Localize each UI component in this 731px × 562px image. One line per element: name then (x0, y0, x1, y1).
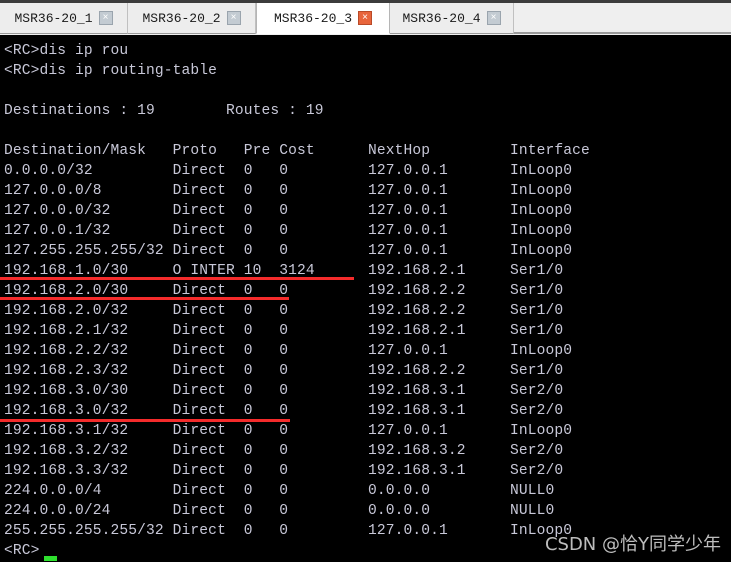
command-line-0: <RC>dis ip rou (4, 43, 129, 59)
watermark-label: CSDN @恰Y同学少年 (544, 534, 721, 555)
table-row: 192.168.3.0/30 Direct 0 0 192.168.3.1 Se… (4, 383, 564, 399)
table-row: 192.168.2.1/32 Direct 0 0 192.168.2.1 Se… (4, 323, 564, 339)
table-row: 192.168.2.0/32 Direct 0 0 192.168.2.2 Se… (4, 303, 564, 319)
table-header-row: Destination/Mask Proto Pre Cost NextHop … (4, 143, 590, 159)
application-window: MSR36-20_1 × MSR36-20_2 × MSR36-20_3 × MSR36-2… (0, 0, 731, 562)
table-row: 192.168.2.3/32 Direct 0 0 192.168.2.2 Se… (4, 363, 564, 379)
close-icon[interactable]: × (486, 11, 501, 25)
table-row: 224.0.0.0/24 Direct 0 0 0.0.0.0 NULL0 (4, 503, 555, 519)
table-row: 127.255.255.255/32 Direct 0 0 127.0.0.1 … (4, 243, 573, 259)
tab-label: MSR36-20_2 (142, 10, 221, 26)
tab-msr36-20_4[interactable]: MSR36-20_4 × (390, 3, 514, 34)
tab-label: MSR36-20_4 (402, 10, 481, 26)
table-row: 127.0.0.1/32 Direct 0 0 127.0.0.1 InLoop… (4, 223, 573, 239)
table-row: 0.0.0.0/32 Direct 0 0 127.0.0.1 InLoop0 (4, 163, 573, 179)
terminal-screen[interactable]: <RC>dis ip rou <RC>dis ip routing-table D… (0, 35, 731, 562)
table-row: 127.0.0.0/32 Direct 0 0 127.0.0.1 InLoop… (4, 203, 573, 219)
tab-bar: MSR36-20_1 × MSR36-20_2 × MSR36-20_3 × MSR36-2… (0, 0, 731, 34)
tab-label: MSR36-20_3 (273, 10, 352, 26)
tab-bar-filler (514, 3, 731, 33)
table-row: 192.168.3.1/32 Direct 0 0 127.0.0.1 InLo… (4, 423, 573, 439)
tab-msr36-20_1[interactable]: MSR36-20_1 × (0, 3, 128, 34)
console-output: <RC>dis ip rou <RC>dis ip routing-table D… (4, 41, 731, 561)
close-icon[interactable]: × (226, 11, 241, 25)
close-icon[interactable]: × (358, 11, 372, 25)
tab-msr36-20_2[interactable]: MSR36-20_2 × (128, 3, 256, 34)
table-row: 192.168.2.2/32 Direct 0 0 127.0.0.1 InLo… (4, 343, 573, 359)
table-row: 192.168.3.2/32 Direct 0 0 192.168.3.2 Se… (4, 443, 564, 459)
table-row: 192.168.3.0/32 Direct 0 0 192.168.3.1 Se… (4, 403, 564, 419)
command-line-1: <RC>dis ip routing-table (4, 63, 218, 79)
underline-192-168-1-0-30 (0, 277, 354, 280)
tab-strip: MSR36-20_1 × MSR36-20_2 × MSR36-20_3 × MSR36-2… (0, 3, 514, 34)
text-cursor (44, 556, 57, 561)
underline-192-168-2-0-30 (0, 297, 289, 300)
tab-msr36-20_3[interactable]: MSR36-20_3 × (256, 3, 390, 34)
table-row: 224.0.0.0/4 Direct 0 0 0.0.0.0 NULL0 (4, 483, 555, 499)
route-summary-line: Destinations : 19 Routes : 19 (4, 103, 324, 119)
table-row: 127.0.0.0/8 Direct 0 0 127.0.0.1 InLoop0 (4, 183, 573, 199)
close-icon[interactable]: × (98, 11, 113, 25)
tab-label: MSR36-20_1 (14, 10, 93, 26)
table-row: 192.168.3.3/32 Direct 0 0 192.168.3.1 Se… (4, 463, 564, 479)
underline-192-168-3-0-32 (0, 419, 290, 422)
